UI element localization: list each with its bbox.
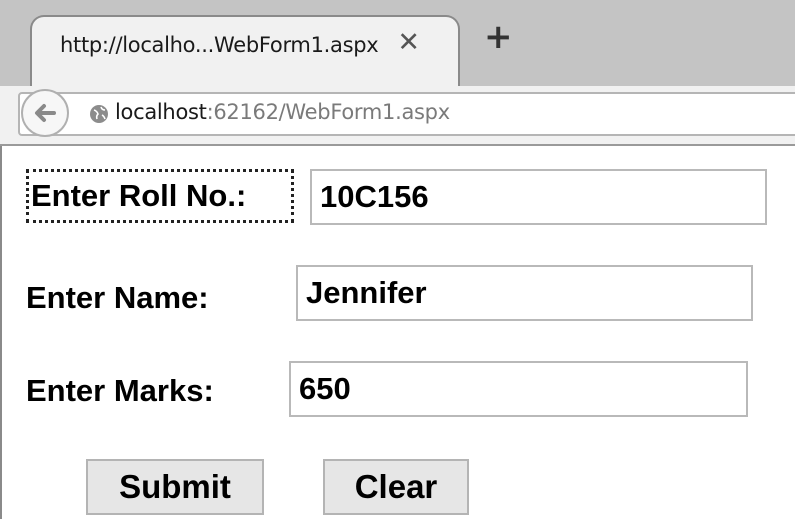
close-icon[interactable]: ✕: [397, 29, 420, 56]
roll-input[interactable]: 10C156: [310, 169, 767, 225]
marks-label: Enter Marks:: [26, 373, 214, 408]
url-text: localhost:62162/WebForm1.aspx: [115, 100, 450, 124]
marks-input[interactable]: 650: [289, 361, 748, 417]
url-host: localhost: [115, 100, 207, 124]
url-path: :62162/WebForm1.aspx: [206, 100, 451, 124]
roll-label: Enter Roll No.:: [31, 178, 247, 213]
name-label: Enter Name:: [26, 280, 209, 315]
page-border: [0, 146, 2, 519]
submit-button[interactable]: Submit: [86, 459, 264, 515]
tab-title: http://localho...WebForm1.aspx: [60, 33, 379, 57]
back-arrow-icon: [35, 104, 56, 122]
name-input[interactable]: Jennifer: [296, 265, 753, 321]
browser-tab[interactable]: http://localho...WebForm1.aspx ✕: [30, 15, 460, 86]
clear-button[interactable]: Clear: [323, 459, 469, 515]
new-tab-icon[interactable]: +: [484, 20, 513, 54]
globe-icon: [90, 105, 108, 123]
back-button[interactable]: [21, 89, 69, 137]
